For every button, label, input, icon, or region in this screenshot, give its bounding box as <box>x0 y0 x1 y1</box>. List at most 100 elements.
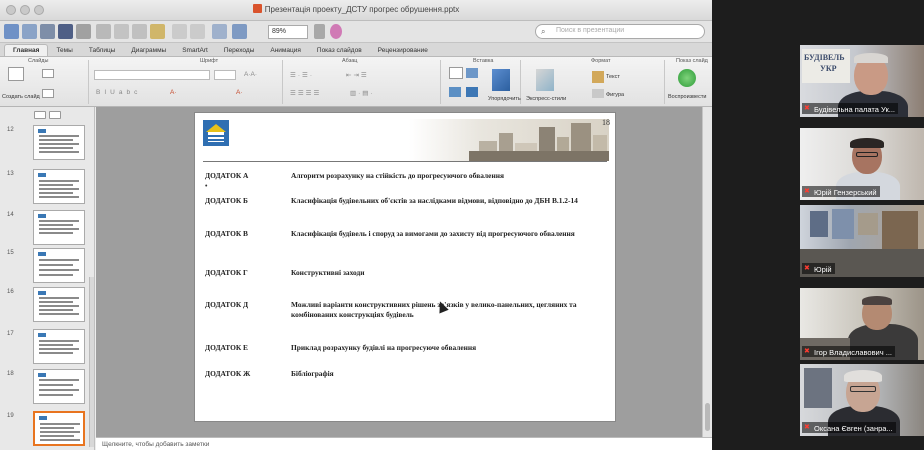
thumbs-scrollbar[interactable] <box>89 277 94 447</box>
slide-thumbnail[interactable] <box>33 411 85 446</box>
search-input[interactable]: ⌕ Поиск в презентации <box>535 24 705 39</box>
undo-icon[interactable] <box>172 24 187 39</box>
font-color-icon[interactable]: A· <box>170 89 177 96</box>
arrange-button[interactable]: Упорядочить <box>488 96 521 102</box>
pptx-file-icon <box>252 4 262 13</box>
text-highlight-icon[interactable]: A· <box>236 89 243 96</box>
align-icons[interactable]: ☰☰☰☰ <box>290 89 321 97</box>
title-bar: Презентація проекту_ДСТУ прогрес обрушен… <box>0 0 712 21</box>
quick-styles-button[interactable]: Экспресс-стили <box>526 96 566 102</box>
slide-thumbnail[interactable] <box>33 329 85 364</box>
ribbon-tab[interactable]: Главная <box>4 44 49 56</box>
participant-tile[interactable]: БУДІВЕЛЬ УКР ✖ Будівельна палата Ук... <box>800 45 924 117</box>
indent-icon[interactable]: ⇤⇥☰ <box>346 71 369 79</box>
new-document-icon[interactable] <box>4 24 19 39</box>
ribbon-tab[interactable]: Показ слайдов <box>309 45 370 56</box>
appendix-key: ДОДАТОК Д <box>205 300 249 309</box>
thumbnail-number: 15 <box>7 250 14 256</box>
thumbnail-text-line <box>39 192 73 194</box>
thumbnail-text-line <box>39 389 79 391</box>
participant-name-tag: ✖ Ігор Владиславович ... <box>802 346 895 357</box>
help-icon[interactable] <box>314 24 325 39</box>
thumbnail-number: 18 <box>7 371 14 377</box>
participant-tile[interactable]: ✖ Ігор Владиславович ... <box>800 288 924 360</box>
play-button[interactable]: Воспроизвести <box>668 94 706 100</box>
participant-name: Будівельна палата Ук... <box>814 104 895 114</box>
current-slide[interactable]: 18 • ДОДАТОК А Алгоритм розрахунку на сті… <box>194 112 616 422</box>
open-icon[interactable] <box>40 24 55 39</box>
ribbon-tab[interactable]: Темы <box>48 45 80 56</box>
group-font-label: Шрифт <box>200 58 219 64</box>
zoom-select[interactable]: 89% <box>268 25 308 39</box>
print-icon[interactable] <box>76 24 91 39</box>
ribbon-tab[interactable]: Таблицы <box>81 45 124 56</box>
view-switcher[interactable] <box>34 111 61 119</box>
group-format-label: Формат <box>591 58 611 64</box>
appendix-title: Конструктивні заходи <box>291 268 365 277</box>
cut-icon[interactable] <box>96 24 111 39</box>
notes-pane[interactable]: Щелкните, чтобы добавить заметки <box>96 437 712 450</box>
quick-styles-icon[interactable] <box>536 69 554 91</box>
thumbnail-logo <box>38 173 46 177</box>
ribbon-tab[interactable]: Диаграммы <box>123 45 174 56</box>
appendix-key: ДОДАТОК Г <box>205 268 248 277</box>
editor-scroll-thumb[interactable] <box>705 403 710 431</box>
bullets-icon[interactable]: ☰·☰· <box>290 71 314 79</box>
slide-thumbnail[interactable] <box>33 287 85 322</box>
paste-icon[interactable] <box>132 24 147 39</box>
wall-sign-text-2: УКР <box>820 64 837 73</box>
notes-placeholder[interactable]: Щелкните, чтобы добавить заметки <box>102 441 209 448</box>
arrange-icon[interactable] <box>492 69 510 91</box>
templates-icon[interactable] <box>22 24 37 39</box>
ribbon-tab[interactable]: Анимация <box>262 45 309 56</box>
redo-icon[interactable] <box>190 24 205 39</box>
font-style-buttons[interactable]: BIUabc <box>96 89 141 96</box>
shape-fill-icon[interactable] <box>592 89 604 98</box>
appendix-title: Алгоритм розрахунку на стійкість до прог… <box>291 171 504 180</box>
outline-view-icon[interactable] <box>49 111 61 119</box>
slide-thumbnail[interactable] <box>33 248 85 283</box>
appendix-key: ДОДАТОК Ж <box>205 369 251 378</box>
columns-icon[interactable]: ▥·▤· <box>350 89 375 97</box>
shape-icon[interactable] <box>466 68 478 78</box>
font-name-select[interactable] <box>94 70 210 80</box>
participant-tile[interactable]: ✖ Юрій <box>800 205 924 277</box>
insert-table-icon[interactable] <box>212 24 227 39</box>
shape-button[interactable]: Фигура <box>606 92 624 98</box>
slide-thumbnail[interactable] <box>33 210 85 245</box>
video-participants-panel: БУДІВЕЛЬ УКР ✖ Будівельна палата Ук... ✖ Юр… <box>712 0 924 450</box>
format-painter-icon[interactable] <box>150 24 165 39</box>
thumbnail-logo <box>38 373 46 377</box>
font-size-select[interactable] <box>214 70 236 80</box>
participant-name-tag: ✖ Юрій Гензерський <box>802 186 880 197</box>
section-icon[interactable] <box>42 89 54 98</box>
copy-icon[interactable] <box>114 24 129 39</box>
text-box-icon[interactable] <box>449 67 463 79</box>
save-icon[interactable] <box>58 24 73 39</box>
new-slide-button[interactable]: Создать слайд <box>2 94 40 100</box>
thumbnail-logo <box>39 416 47 420</box>
text-button[interactable]: Текст <box>606 74 620 80</box>
ribbon-tab[interactable]: Переходы <box>216 45 263 56</box>
person-hair <box>844 370 882 382</box>
slide-thumbnail[interactable] <box>33 125 85 160</box>
gallery-icon[interactable] <box>232 24 247 39</box>
new-slide-icon[interactable] <box>8 67 24 81</box>
play-icon[interactable] <box>678 69 696 87</box>
ribbon-tab[interactable]: SmartArt <box>174 45 216 56</box>
participant-tile[interactable]: ✖ Юрій Гензерський <box>800 128 924 200</box>
media-icon[interactable] <box>466 87 478 97</box>
slide-thumbnail[interactable] <box>33 369 85 404</box>
ribbon-tab[interactable]: Рецензирование <box>370 45 436 56</box>
participant-tile[interactable]: ✖ Оксана Євген (занра... <box>800 364 924 436</box>
toolbox-icon[interactable] <box>330 24 342 39</box>
powerpoint-window: Презентація проекту_ДСТУ прогрес обрушен… <box>0 0 712 450</box>
picture-icon[interactable] <box>449 87 461 97</box>
layout-icon[interactable] <box>42 69 54 78</box>
grow-font-icon[interactable]: A·A· <box>244 71 257 78</box>
slide-thumbnail[interactable] <box>33 169 85 204</box>
text-fill-icon[interactable] <box>592 71 604 83</box>
thumbnail-text-line <box>39 269 79 271</box>
normal-view-icon[interactable] <box>34 111 46 119</box>
editor-scrollbar[interactable] <box>702 107 712 437</box>
